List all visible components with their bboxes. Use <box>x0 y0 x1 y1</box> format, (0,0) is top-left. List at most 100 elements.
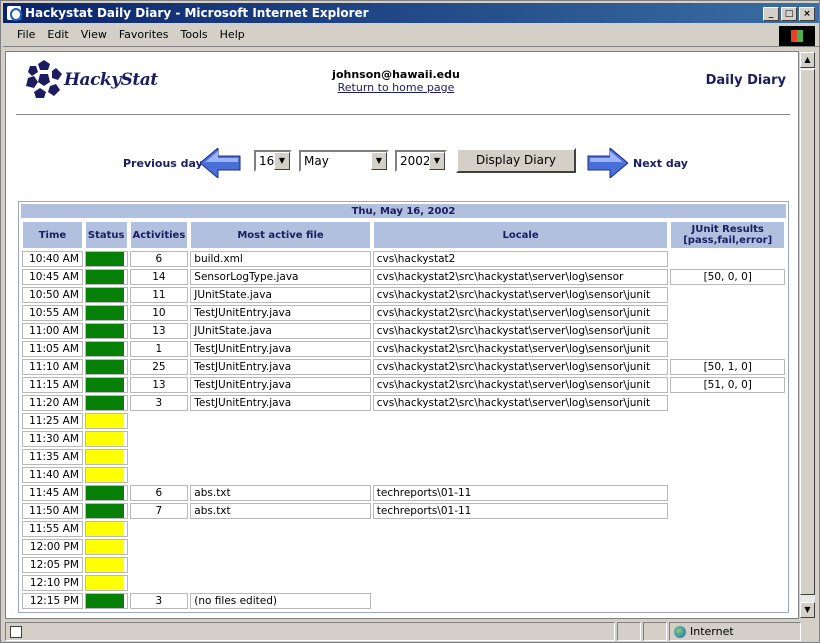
status-indicator <box>85 486 124 500</box>
left-arrow-icon[interactable] <box>200 148 242 178</box>
month-select[interactable]: May ▼ <box>299 150 389 172</box>
junit-cell <box>670 503 785 519</box>
status-cell <box>84 377 128 393</box>
table-row: 11:15 AM 13 TestJUnitEntry.java cvs\hackyst… <box>22 377 785 393</box>
junit-cell <box>670 395 785 411</box>
status-indicator <box>85 432 124 446</box>
junit-cell <box>670 413 785 429</box>
locale-cell: techreports\01-11 <box>372 485 669 501</box>
time-cell: 12:00 PM <box>22 539 83 555</box>
status-cell <box>84 539 128 555</box>
menu-view[interactable]: View <box>75 25 113 41</box>
col-locale: Locale <box>372 221 669 249</box>
file-cell <box>190 557 370 573</box>
minimize-button[interactable]: _ <box>763 7 779 21</box>
time-cell: 10:55 AM <box>22 305 83 321</box>
locale-cell: cvs\hackystat2\src\hackystat\server\log\… <box>372 305 669 321</box>
locale-cell <box>373 413 669 429</box>
right-arrow-icon[interactable] <box>586 148 628 178</box>
locale-cell <box>373 521 669 537</box>
status-indicator <box>85 558 124 572</box>
status-indicator <box>85 522 124 536</box>
junit-subtitle: [pass,fail,error] <box>683 235 773 246</box>
activities-cell: 25 <box>129 359 189 375</box>
status-cell <box>84 503 128 519</box>
status-cell <box>84 251 128 267</box>
page-viewport: HackyStat johnson@hawaii.edu Return to h… <box>5 51 799 619</box>
previous-day-label[interactable]: Previous day <box>123 157 203 170</box>
file-cell: JUnitState.java <box>190 287 371 303</box>
locale-cell <box>373 431 669 447</box>
time-cell: 11:00 AM <box>22 323 83 339</box>
windows-logo-icon <box>779 26 815 46</box>
time-cell: 11:45 AM <box>22 485 83 501</box>
diary-table: Thu, May 16, 2002 Time Status Activities… <box>18 201 789 613</box>
scroll-up-icon[interactable]: ▲ <box>800 52 815 68</box>
close-button[interactable]: × <box>799 7 815 21</box>
file-cell <box>190 413 370 429</box>
display-diary-button[interactable]: Display Diary <box>456 148 576 173</box>
divider <box>16 114 790 115</box>
table-row: 11:55 AM <box>22 521 785 537</box>
zone-panel: Internet <box>669 622 801 641</box>
file-cell <box>190 539 370 555</box>
table-row: 11:00 AM 13 JUnitState.java cvs\hackystat2\… <box>22 323 785 339</box>
locale-cell <box>373 449 669 465</box>
table-row: 12:10 PM <box>22 575 785 591</box>
status-cell <box>84 269 128 285</box>
file-cell: abs.txt <box>190 503 371 519</box>
activities-cell <box>130 575 189 591</box>
hackystat-logo[interactable]: HackyStat <box>26 60 160 100</box>
locale-cell: cvs\hackystat2\src\hackystat\server\log\… <box>372 377 669 393</box>
status-indicator <box>85 576 124 590</box>
time-cell: 11:15 AM <box>22 377 83 393</box>
year-select[interactable]: 2002 ▼ <box>395 150 447 172</box>
file-cell: TestJUnitEntry.java <box>190 377 371 393</box>
activities-cell <box>130 467 189 483</box>
menu-help[interactable]: Help <box>214 25 251 41</box>
status-indicator <box>85 504 124 518</box>
browser-window: Hackystat Daily Diary - Microsoft Intern… <box>0 0 820 643</box>
scroll-down-icon[interactable]: ▼ <box>800 602 815 618</box>
locale-cell: cvs\hackystat2\src\hackystat\server\log\… <box>372 323 669 339</box>
menu-file[interactable]: File <box>11 25 41 41</box>
time-cell: 12:05 PM <box>22 557 83 573</box>
vertical-scrollbar[interactable]: ▲ ▼ <box>799 51 816 619</box>
table-row: 10:50 AM 11 JUnitState.java cvs\hackystat2\… <box>22 287 785 303</box>
locale-cell: techreports\01-11 <box>372 503 669 519</box>
locale-cell: cvs\hackystat2 <box>372 251 669 267</box>
status-cell <box>84 449 128 465</box>
menu-edit[interactable]: Edit <box>41 25 74 41</box>
junit-cell <box>670 485 785 501</box>
time-cell: 12:15 PM <box>22 593 83 609</box>
junit-cell <box>670 449 785 465</box>
col-status: Status <box>84 221 128 249</box>
activities-cell <box>130 431 189 447</box>
time-cell: 11:40 AM <box>22 467 83 483</box>
menu-tools[interactable]: Tools <box>175 25 214 41</box>
time-cell: 10:45 AM <box>22 269 83 285</box>
menu-favorites[interactable]: Favorites <box>113 25 175 41</box>
month-value: May <box>304 154 329 168</box>
chevron-down-icon[interactable]: ▼ <box>429 152 445 170</box>
day-select[interactable]: 16 ▼ <box>254 150 292 172</box>
table-row: 12:00 PM <box>22 539 785 555</box>
activities-cell: 6 <box>129 485 189 501</box>
year-value: 2002 <box>400 154 431 168</box>
table-row: 11:05 AM 1 TestJUnitEntry.java cvs\hackysta… <box>22 341 785 357</box>
next-day-label[interactable]: Next day <box>633 157 688 170</box>
junit-cell <box>670 305 785 321</box>
locale-cell <box>373 593 669 609</box>
menu-bar: File Edit View Favorites Tools Help <box>3 25 819 47</box>
chevron-down-icon[interactable]: ▼ <box>371 152 387 170</box>
home-link[interactable]: Return to home page <box>306 81 486 94</box>
activities-cell <box>130 557 189 573</box>
maximize-button[interactable]: □ <box>781 7 797 21</box>
chevron-down-icon[interactable]: ▼ <box>274 152 290 170</box>
file-cell <box>190 575 370 591</box>
status-cell <box>84 431 128 447</box>
status-cell <box>84 359 128 375</box>
scroll-thumb[interactable] <box>800 69 815 595</box>
junit-cell: [50, 1, 0] <box>670 359 785 375</box>
status-cell <box>84 413 128 429</box>
